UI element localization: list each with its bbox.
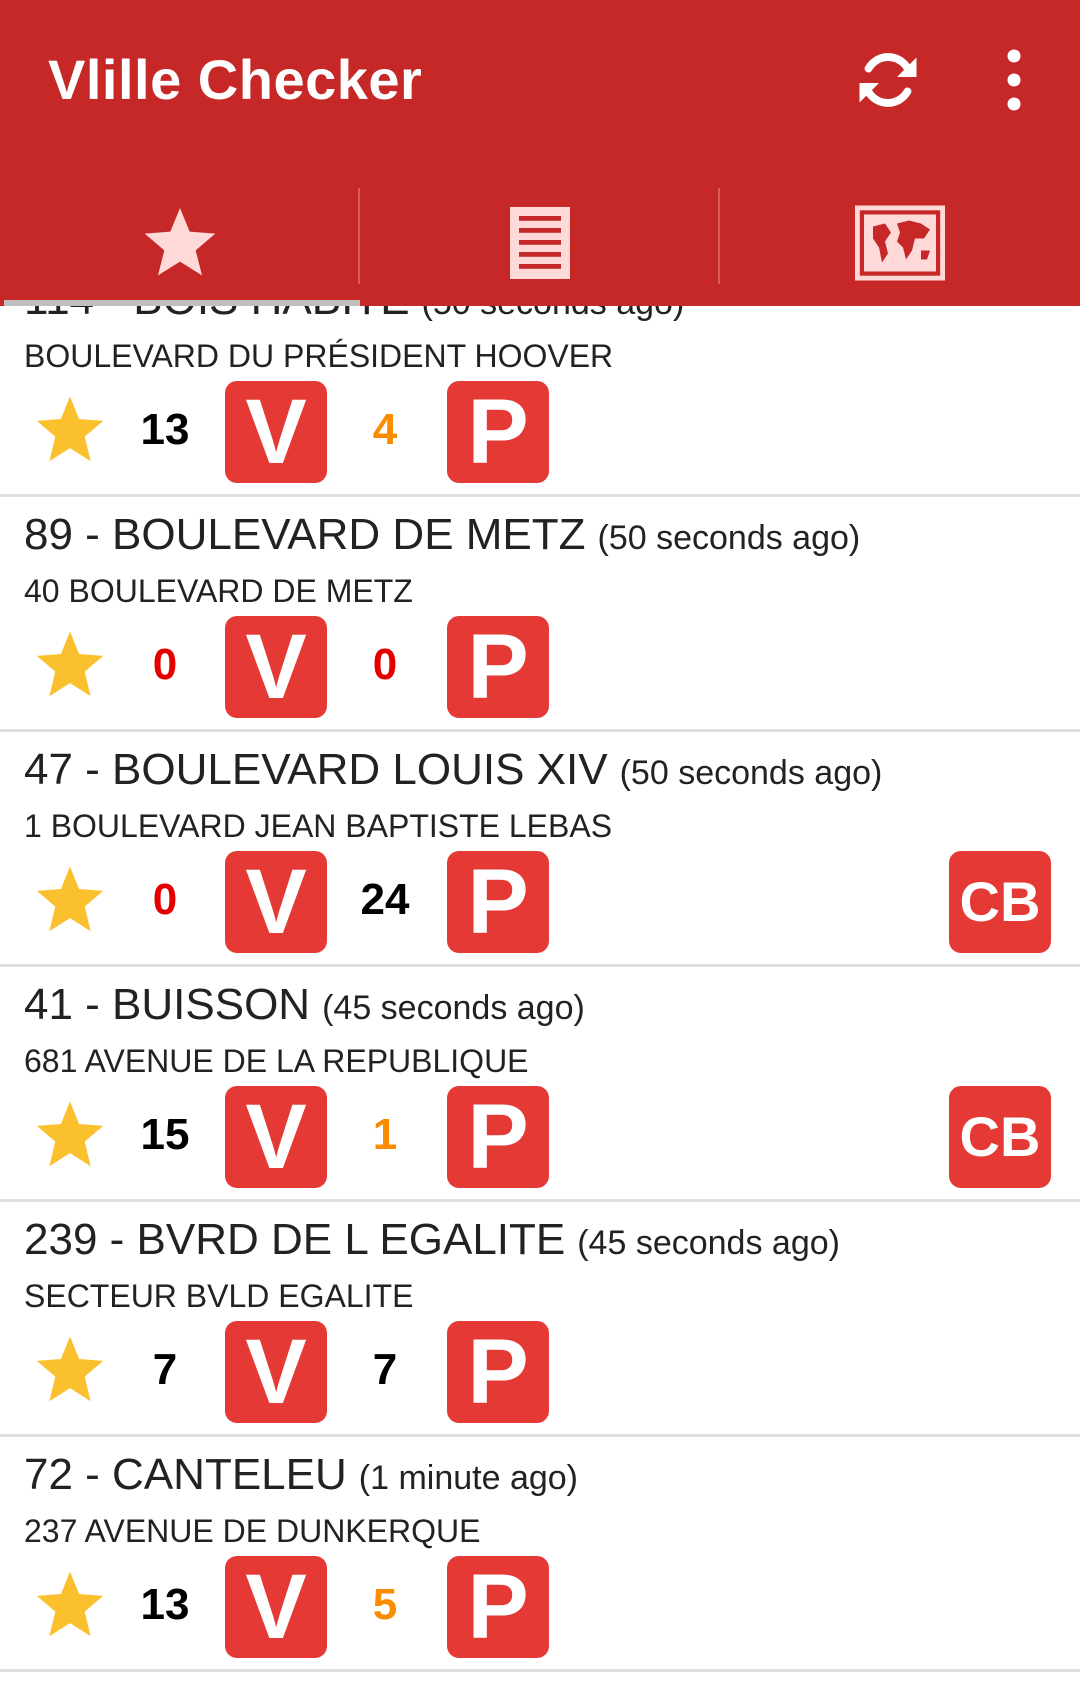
bikes-badge: V [225,1556,327,1658]
station-row[interactable]: 239 - BVRD DE L EGALITE (45 seconds ago) S… [0,1202,1080,1437]
station-name: 239 - BVRD DE L EGALITE [24,1215,566,1264]
bikes-count: 7 [152,1345,178,1394]
station-title: 89 - BOULEVARD DE METZ (50 seconds ago) [24,509,860,571]
credit-card-badge: CB [949,1086,1051,1188]
favorite-star-icon[interactable] [32,1334,108,1406]
app-title: Vlille Checker [48,48,423,111]
list-icon [510,207,570,279]
station-name: 41 - BUISSON [24,980,311,1029]
stands-count: 0 [372,640,398,689]
station-updated: (50 seconds ago) [422,306,685,322]
bikes-count: 0 [152,875,178,924]
station-address: 681 AVENUE DE LA REPUBLIQUE [24,1043,529,1079]
stands-badge: P [447,851,549,953]
stands-count: 4 [372,405,398,454]
station-row[interactable]: 114 - BOIS HABITE (50 seconds ago) BOULEVA… [0,306,1080,497]
station-updated: (50 seconds ago) [597,519,861,557]
tab-map[interactable] [720,180,1080,306]
station-address: BOULEVARD DU PRÉSIDENT HOOVER [24,338,614,374]
station-address: 40 BOULEVARD DE METZ [24,573,413,609]
station-address: 237 AVENUE DE DUNKERQUE [24,1513,481,1549]
station-updated: (45 seconds ago) [322,989,585,1027]
stands-badge: P [447,1086,549,1188]
favorite-star-icon[interactable] [32,629,108,701]
bikes-badge: V [225,851,327,953]
station-row[interactable]: 89 - BOULEVARD DE METZ (50 seconds ago) 40… [0,497,1080,732]
station-title: 239 - BVRD DE L EGALITE (45 seconds ago) [24,1214,840,1276]
stands-count: 24 [360,875,410,924]
station-updated: (1 minute ago) [358,1459,578,1497]
station-name: 47 - BOULEVARD LOUIS XIV [24,745,608,794]
station-name: 114 - BOIS HABITE [24,306,410,324]
station-title: 72 - CANTELEU (1 minute ago) [24,1449,578,1511]
stands-count: 1 [372,1110,398,1159]
stands-badge: P [447,1321,549,1423]
credit-card-badge: CB [949,851,1051,953]
bikes-badge: V [225,1321,327,1423]
station-updated: (45 seconds ago) [577,1224,840,1262]
map-icon [855,205,945,281]
bikes-badge: V [225,381,327,483]
stands-count: 5 [372,1580,398,1629]
stands-badge: P [447,381,549,483]
favorite-star-icon[interactable] [32,1099,108,1171]
station-title: 41 - BUISSON (45 seconds ago) [24,979,585,1041]
bikes-count: 13 [140,1580,190,1629]
bikes-badge: V [225,1086,327,1188]
station-address: SECTEUR BVLD EGALITE [24,1278,414,1314]
tab-indicator [4,300,360,306]
tab-bar [0,180,1080,306]
favorite-star-icon[interactable] [32,864,108,936]
bikes-badge: V [225,616,327,718]
tab-list[interactable] [360,180,720,306]
app-bar: Vlille Checker [0,0,1080,306]
station-row[interactable]: 47 - BOULEVARD LOUIS XIV (50 seconds ago)… [0,732,1080,967]
refresh-button[interactable] [848,40,928,120]
stands-count: 7 [372,1345,398,1394]
refresh-icon [859,53,917,107]
station-title: 47 - BOULEVARD LOUIS XIV (50 seconds ago) [24,744,882,806]
tab-favorites[interactable] [0,180,360,306]
station-address: 1 BOULEVARD JEAN BAPTISTE LEBAS [24,808,613,844]
station-title: 114 - BOIS HABITE (50 seconds ago) [24,306,684,336]
station-list-content: 114 - BOIS HABITE (50 seconds ago) BOULEVA… [0,306,1080,1672]
star-icon [144,208,216,276]
station-row[interactable]: 72 - CANTELEU (1 minute ago) 237 AVENUE DE… [0,1437,1080,1672]
bikes-count: 15 [140,1110,190,1159]
favorite-star-icon[interactable] [32,394,108,466]
station-name: 72 - CANTELEU [24,1450,347,1499]
station-updated: (50 seconds ago) [619,754,883,792]
overflow-menu-button[interactable] [984,40,1044,120]
station-list[interactable]: 114 - BOIS HABITE (50 seconds ago) BOULEVA… [0,306,1080,1699]
favorite-star-icon[interactable] [32,1569,108,1641]
station-row[interactable]: 41 - BUISSON (45 seconds ago) 681 AVENUE D… [0,967,1080,1202]
stands-badge: P [447,616,549,718]
station-name: 89 - BOULEVARD DE METZ [24,510,586,559]
bikes-count: 0 [152,640,178,689]
more-vert-icon [1007,49,1021,111]
bikes-count: 13 [140,405,190,454]
stands-badge: P [447,1556,549,1658]
